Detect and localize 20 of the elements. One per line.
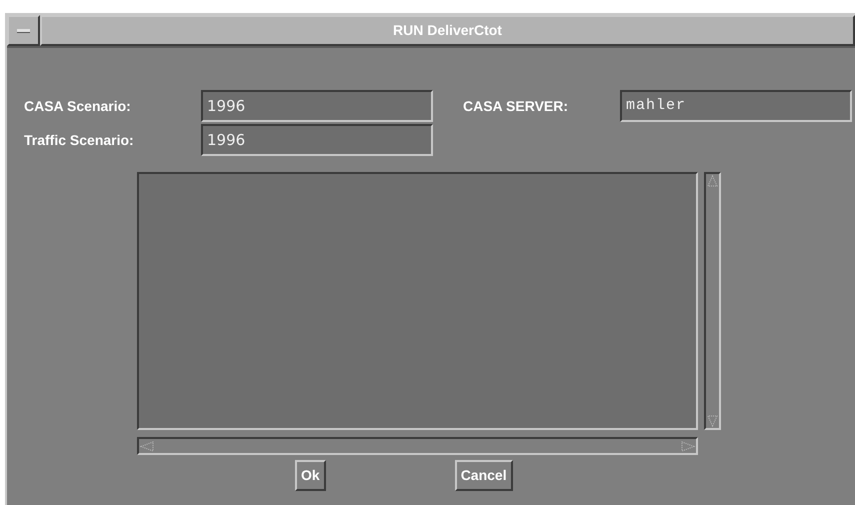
left-arrow-icon[interactable] <box>139 440 155 452</box>
cancel-button[interactable]: Cancel <box>454 460 513 491</box>
field-label: Traffic Scenario: <box>24 130 135 150</box>
vertical-scrollbar[interactable] <box>704 172 721 430</box>
text-field[interactable]: 1996 <box>201 124 433 156</box>
down-arrow-icon[interactable] <box>706 414 719 428</box>
horizontal-scrollbar[interactable] <box>137 437 698 455</box>
field-label: CASA SERVER: <box>463 96 570 116</box>
menu-bar-icon <box>17 28 30 32</box>
field-label: CASA Scenario: <box>24 96 132 116</box>
right-arrow-icon[interactable] <box>680 440 696 452</box>
text-field[interactable]: 1996 <box>201 90 433 122</box>
window-menu-button[interactable] <box>7 15 40 46</box>
up-arrow-icon[interactable] <box>706 174 719 188</box>
field-value: 1996 <box>207 130 246 151</box>
ok-button[interactable]: Ok <box>295 460 326 491</box>
window-title: RUN DeliverCtot <box>393 21 502 40</box>
field-value: mahler <box>626 96 686 116</box>
text-field[interactable]: mahler <box>620 90 852 122</box>
field-value: 1996 <box>207 96 246 117</box>
